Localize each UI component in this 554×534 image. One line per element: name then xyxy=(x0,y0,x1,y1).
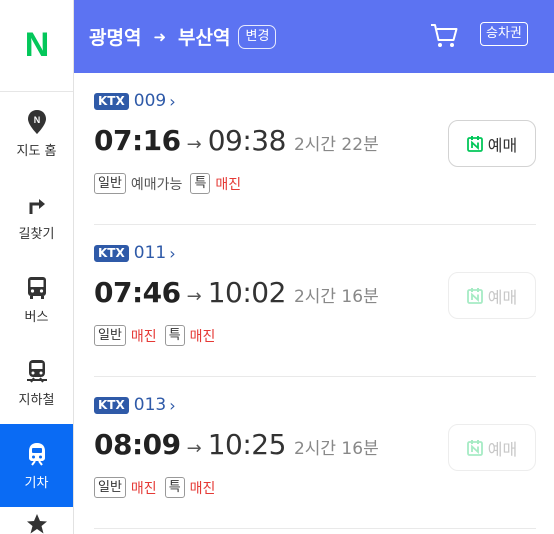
arrow-right-icon: → xyxy=(186,134,202,155)
book-label: 예매 xyxy=(487,135,518,155)
chevron-right-icon: › xyxy=(169,395,176,415)
train-icon xyxy=(24,441,50,467)
nav-label: 버스 xyxy=(24,309,49,325)
naver-booking-icon xyxy=(466,287,483,304)
special-seat-label: 특 xyxy=(164,325,185,346)
nav-label: 지도 홈 xyxy=(16,143,57,159)
train-type-badge: KTX xyxy=(94,244,129,262)
route-summary: 광명역 ➜ 부산역 변경 xyxy=(89,23,277,50)
origin-station[interactable]: 광명역 xyxy=(89,23,141,50)
departure-time: 08:09 xyxy=(94,428,181,461)
travel-duration: 2시간 16분 xyxy=(293,287,379,307)
seat-availability: 일반 매진 특 매진 xyxy=(94,477,223,498)
train-list: KTX 009 › 07:16 → 09:38 2시간 22분 일반 예매가능 … xyxy=(74,73,554,534)
train-times: 07:16 → 09:38 2시간 22분 xyxy=(94,124,379,157)
nav-item-bus[interactable]: 버스 xyxy=(0,258,73,341)
subway-icon xyxy=(24,358,50,384)
train-number: 011 xyxy=(133,243,167,263)
arrival-time: 09:38 xyxy=(207,124,287,157)
seat-availability: 일반 예매가능 특 매진 xyxy=(94,173,249,194)
change-route-button[interactable]: 변경 xyxy=(238,24,277,49)
nav-item-subway[interactable]: 지하철 xyxy=(0,341,73,424)
train-type-badge: KTX xyxy=(94,92,129,110)
nav-label: 지하철 xyxy=(18,392,55,408)
nav-item-train[interactable]: 기차 xyxy=(0,424,73,507)
sidebar: N N 지도 홈 길찾기 버스 지하철 기차 xyxy=(0,0,74,534)
train-number: 009 xyxy=(133,91,167,111)
train-type-badge: KTX xyxy=(94,396,129,414)
train-header[interactable]: KTX 011 › xyxy=(94,243,176,263)
chevron-right-icon: › xyxy=(169,243,176,263)
arrow-right-icon: → xyxy=(186,286,202,307)
turn-right-arrow-icon xyxy=(24,192,50,218)
naver-booking-icon xyxy=(466,439,483,456)
arrow-right-icon: → xyxy=(186,438,202,459)
general-seat-label: 일반 xyxy=(94,325,126,346)
train-header[interactable]: KTX 009 › xyxy=(94,91,176,111)
general-seat-status: 매진 xyxy=(130,328,157,345)
bus-icon xyxy=(24,275,50,301)
train-times: 07:46 → 10:02 2시간 16분 xyxy=(94,276,379,309)
seat-availability: 일반 매진 특 매진 xyxy=(94,325,223,346)
train-row[interactable]: KTX 013 › 08:09 → 10:25 2시간 16분 일반 매진 특 … xyxy=(94,377,536,529)
general-seat-label: 일반 xyxy=(94,477,126,498)
star-icon xyxy=(26,513,48,534)
nav-label: 기차 xyxy=(24,475,49,491)
book-label: 예매 xyxy=(487,439,518,459)
travel-duration: 2시간 22분 xyxy=(293,135,379,155)
departure-time: 07:46 xyxy=(94,276,181,309)
departure-time: 07:16 xyxy=(94,124,181,157)
book-button[interactable]: 예매 xyxy=(448,272,536,319)
book-button[interactable]: 예매 xyxy=(448,120,536,167)
special-seat-label: 특 xyxy=(190,173,211,194)
naver-logo[interactable]: N xyxy=(0,0,73,92)
naver-booking-icon xyxy=(466,135,483,152)
map-pin-icon: N xyxy=(24,109,50,135)
cart-icon[interactable] xyxy=(429,20,459,50)
destination-station[interactable]: 부산역 xyxy=(178,23,230,50)
chevron-right-icon: › xyxy=(169,91,176,111)
book-label: 예매 xyxy=(487,287,518,307)
general-seat-status: 매진 xyxy=(130,480,157,497)
special-seat-status: 매진 xyxy=(215,176,242,193)
nav-item-more[interactable] xyxy=(0,507,73,534)
train-row[interactable]: KTX 009 › 07:16 → 09:38 2시간 22분 일반 예매가능 … xyxy=(94,73,536,225)
train-number: 013 xyxy=(133,395,167,415)
svg-text:N: N xyxy=(33,115,40,125)
nav-item-map-home[interactable]: N 지도 홈 xyxy=(0,92,73,175)
book-button[interactable]: 예매 xyxy=(448,424,536,471)
train-header[interactable]: KTX 013 › xyxy=(94,395,176,415)
train-times: 08:09 → 10:25 2시간 16분 xyxy=(94,428,379,461)
arrival-time: 10:02 xyxy=(207,276,287,309)
nav-item-directions[interactable]: 길찾기 xyxy=(0,175,73,258)
special-seat-label: 특 xyxy=(164,477,185,498)
general-seat-status: 예매가능 xyxy=(130,176,183,193)
naver-logo-icon: N xyxy=(24,26,50,64)
special-seat-status: 매진 xyxy=(189,328,216,345)
nav-label: 길찾기 xyxy=(18,226,55,242)
special-seat-status: 매진 xyxy=(189,480,216,497)
ticket-button[interactable]: 승차권 xyxy=(480,22,528,46)
general-seat-label: 일반 xyxy=(94,173,126,194)
arrival-time: 10:25 xyxy=(207,428,287,461)
travel-duration: 2시간 16분 xyxy=(293,439,379,459)
route-arrow-icon: ➜ xyxy=(153,27,167,46)
train-row[interactable]: KTX 011 › 07:46 → 10:02 2시간 16분 일반 매진 특 … xyxy=(94,225,536,377)
route-header: 광명역 ➜ 부산역 변경 승차권 xyxy=(74,0,554,73)
